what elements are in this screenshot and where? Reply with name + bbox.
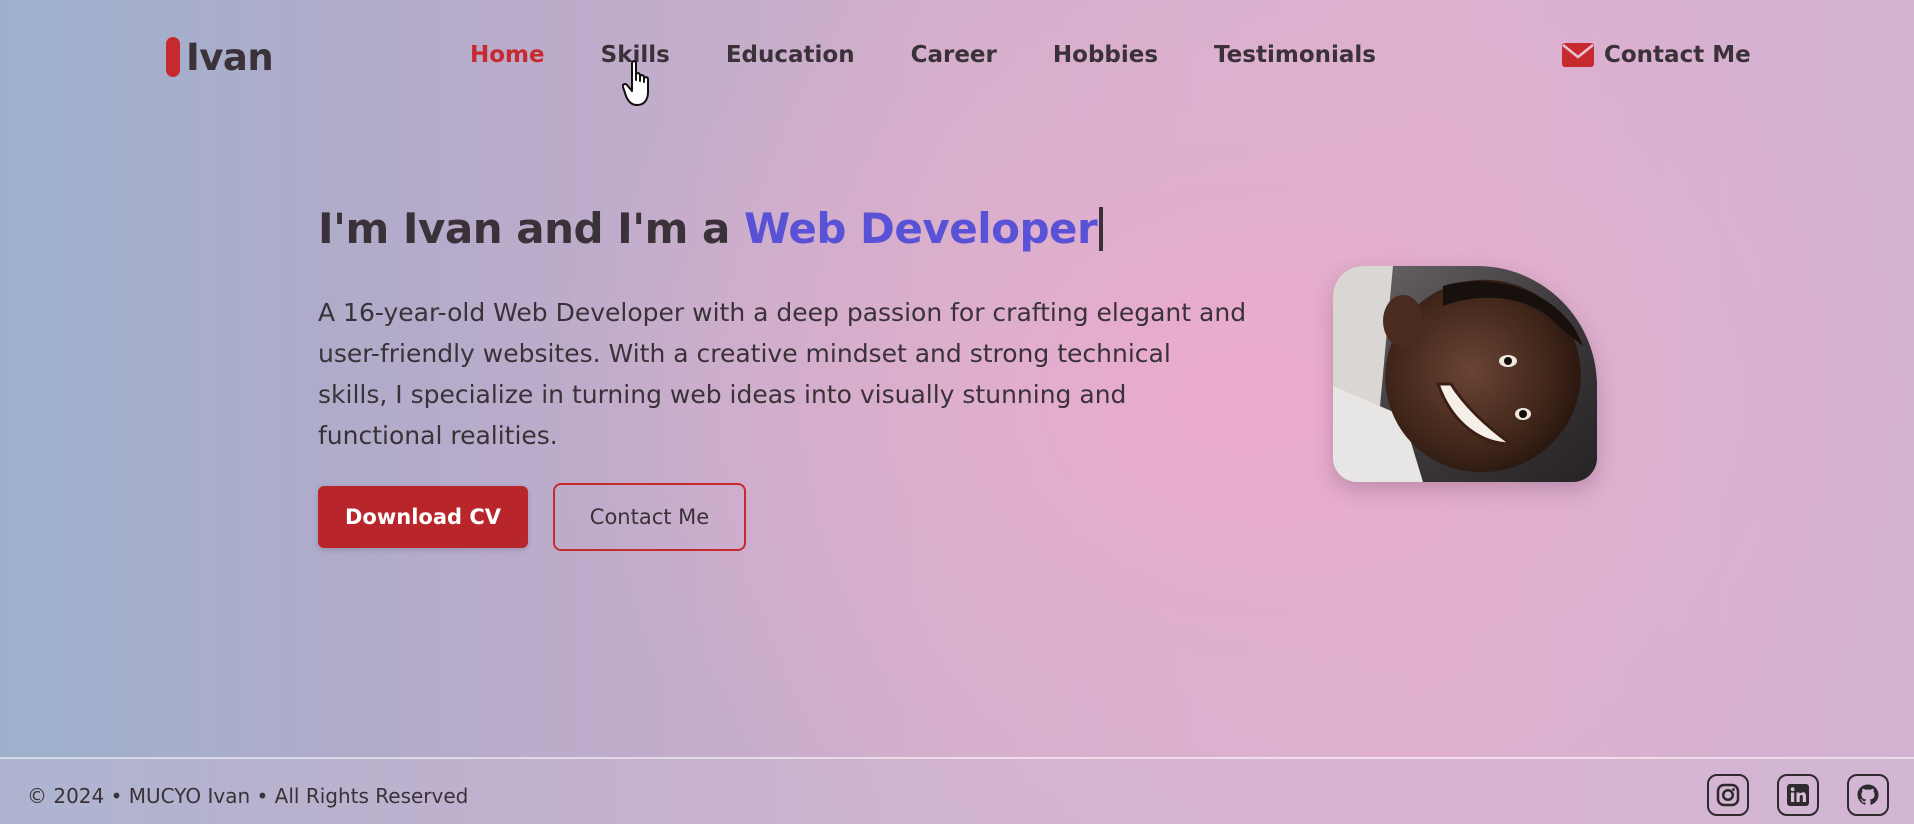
hand-pointer-icon (622, 60, 649, 106)
nav-item-home[interactable]: Home (470, 42, 545, 68)
linkedin-link[interactable] (1777, 774, 1819, 816)
nav-item-career[interactable]: Career (911, 42, 997, 68)
brand-name: Ivan (186, 35, 274, 79)
nav-item-testimonials[interactable]: Testimonials (1214, 42, 1376, 68)
github-icon (1857, 784, 1879, 805)
hero-description: A 16-year-old Web Developer with a deep … (318, 298, 1247, 450)
instagram-icon (1716, 783, 1740, 807)
typing-caret (1099, 207, 1104, 251)
instagram-link[interactable] (1707, 774, 1749, 816)
hero-title: I'm Ivan and I'm a Web Developer (318, 204, 1104, 253)
linkedin-icon (1787, 784, 1809, 806)
envelope-icon (1562, 43, 1594, 67)
download-cv-button[interactable]: Download CV (318, 486, 528, 548)
hero-title-accent: Web Developer (744, 204, 1098, 253)
footer-copyright: © 2024 • MUCYO Ivan • All Rights Reserve… (27, 784, 469, 808)
github-link[interactable] (1847, 774, 1889, 816)
main-nav: Home Skills Education Career Hobbies Tes… (470, 42, 1376, 68)
nav-item-hobbies[interactable]: Hobbies (1053, 42, 1158, 68)
footer-divider (0, 757, 1914, 759)
logo-bar (166, 37, 180, 77)
brand-logo[interactable]: Ivan (166, 35, 274, 79)
hero-title-prefix: I'm Ivan and I'm a (318, 204, 745, 253)
nav-contact-label: Contact Me (1604, 42, 1751, 68)
nav-contact-link[interactable]: Contact Me (1562, 42, 1751, 68)
nav-item-education[interactable]: Education (726, 42, 855, 68)
contact-me-button[interactable]: Contact Me (553, 483, 746, 551)
profile-photo (1333, 266, 1597, 482)
